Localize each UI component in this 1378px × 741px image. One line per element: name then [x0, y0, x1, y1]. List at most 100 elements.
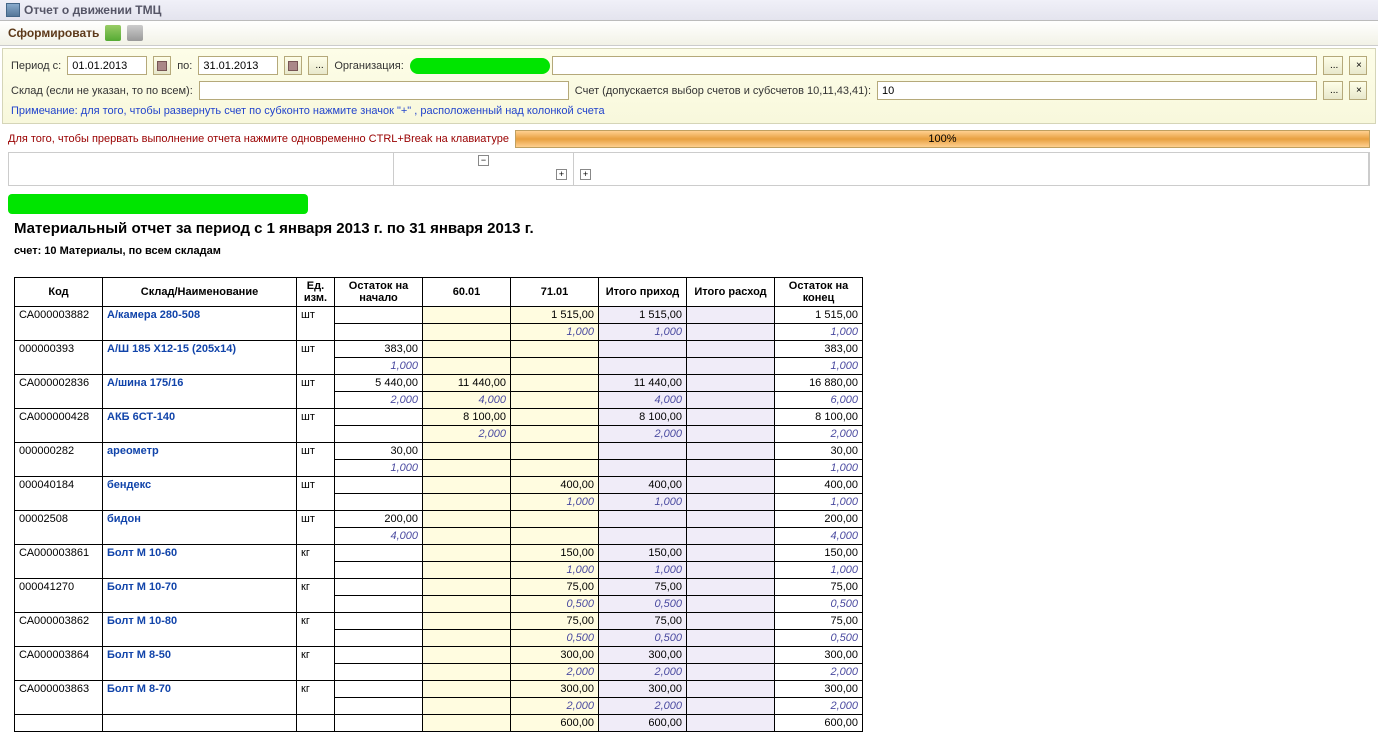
cell-6001-qty	[423, 528, 511, 545]
cell-end-qty: 0,500	[775, 630, 863, 647]
cell-in-qty	[599, 528, 687, 545]
cell-end: 30,00	[775, 443, 863, 460]
cell-6001	[423, 477, 511, 494]
cell-unit: шт	[297, 511, 335, 545]
expand-button-1[interactable]: +	[556, 169, 567, 180]
cell-7101-qty: 0,500	[511, 630, 599, 647]
th-out: Итого расход	[687, 278, 775, 307]
account-clear-button[interactable]: ×	[1349, 81, 1367, 100]
cell-start-qty	[335, 596, 423, 613]
item-link[interactable]: Болт М 10-60	[107, 547, 177, 559]
report-table: Код Склад/Наименование Ед. изм. Остаток …	[14, 277, 863, 732]
cell-unit: кг	[297, 681, 335, 715]
cell-start-qty	[335, 630, 423, 647]
cell-start	[335, 613, 423, 630]
cell-7101: 1 515,00	[511, 307, 599, 324]
cell-start-qty	[335, 494, 423, 511]
cell-code: СА000003863	[15, 681, 103, 715]
cell-code: СА000003861	[15, 545, 103, 579]
cell-out	[687, 341, 775, 358]
account-input[interactable]	[877, 81, 1317, 100]
cell-end-qty: 2,000	[775, 426, 863, 443]
period-dialog-button[interactable]: ...	[308, 56, 328, 75]
cell-6001-qty	[423, 630, 511, 647]
item-link[interactable]: бидон	[107, 513, 141, 525]
warehouse-input[interactable]	[199, 81, 569, 100]
cell-in: 300,00	[599, 681, 687, 698]
cell-end: 8 100,00	[775, 409, 863, 426]
collapse-button[interactable]: −	[478, 155, 489, 166]
form-button[interactable]: Сформировать	[8, 26, 99, 40]
cell-out-qty	[687, 392, 775, 409]
cell-out	[687, 511, 775, 528]
table-row: 00002508бидоншт200,00200,00	[15, 511, 863, 528]
cell-name: Болт М 10-60	[103, 545, 297, 579]
refresh-icon[interactable]	[105, 25, 121, 41]
cell-out	[687, 579, 775, 596]
cell-out	[687, 681, 775, 698]
th-in: Итого приход	[599, 278, 687, 307]
cell-code: СА000003862	[15, 613, 103, 647]
expand-button-2[interactable]: +	[580, 169, 591, 180]
item-link[interactable]: А/камера 280-508	[107, 309, 200, 321]
cell-7101: 75,00	[511, 579, 599, 596]
cell-start-qty	[335, 324, 423, 341]
period-to-calendar-button[interactable]	[284, 56, 302, 75]
period-from-calendar-button[interactable]	[153, 56, 171, 75]
cell-6001	[423, 443, 511, 460]
table-row: СА000003861Болт М 10-60кг150,00150,00150…	[15, 545, 863, 562]
note-text: Примечание: для того, чтобы развернуть с…	[11, 103, 1367, 121]
table-row: СА000002836А/шина 175/16шт5 440,0011 440…	[15, 375, 863, 392]
cell-in-qty: 0,500	[599, 630, 687, 647]
period-to-input[interactable]	[198, 56, 278, 75]
table-row: 600,00600,00600,00	[15, 715, 863, 732]
item-link[interactable]: Болт М 10-80	[107, 615, 177, 627]
org-input[interactable]	[552, 56, 1317, 75]
table-row: 000040184бендексшт400,00400,00400,00	[15, 477, 863, 494]
org-clear-button[interactable]: ×	[1349, 56, 1367, 75]
cell-7101	[511, 443, 599, 460]
cell-in-qty	[599, 460, 687, 477]
cell-unit: шт	[297, 375, 335, 409]
table-row: 000041270Болт М 10-70кг75,0075,0075,00	[15, 579, 863, 596]
cell-7101-qty: 1,000	[511, 562, 599, 579]
cell-6001	[423, 307, 511, 324]
cell-7101: 150,00	[511, 545, 599, 562]
item-link[interactable]: Болт М 8-70	[107, 683, 171, 695]
item-link[interactable]: Болт М 8-50	[107, 649, 171, 661]
cell-end-qty: 2,000	[775, 698, 863, 715]
warehouse-label: Склад (если не указан, то по всем):	[11, 85, 193, 97]
cell-end: 150,00	[775, 545, 863, 562]
item-link[interactable]: бендекс	[107, 479, 151, 491]
period-from-input[interactable]	[67, 56, 147, 75]
cell-end: 16 880,00	[775, 375, 863, 392]
item-link[interactable]: ареометр	[107, 445, 159, 457]
cell-out-qty	[687, 324, 775, 341]
cell-7101-qty	[511, 358, 599, 375]
item-link[interactable]: А/шина 175/16	[107, 377, 183, 389]
cell-in	[599, 341, 687, 358]
cell-in	[599, 511, 687, 528]
report-area: Материальный отчет за период с 1 января …	[0, 186, 1378, 732]
account-select-button[interactable]: ...	[1323, 81, 1343, 100]
cell-unit: шт	[297, 341, 335, 375]
item-link[interactable]: А/Ш 185 Х12-15 (205х14)	[107, 343, 236, 355]
cell-unit: кг	[297, 613, 335, 647]
cell-out-qty	[687, 494, 775, 511]
cell-out-qty	[687, 460, 775, 477]
table-row: СА000000428АКБ 6СТ-140шт8 100,008 100,00…	[15, 409, 863, 426]
cell-end: 200,00	[775, 511, 863, 528]
item-link[interactable]: Болт М 10-70	[107, 581, 177, 593]
settings-icon[interactable]	[127, 25, 143, 41]
cell-in: 11 440,00	[599, 375, 687, 392]
cell-code: 000000282	[15, 443, 103, 477]
cell-start	[335, 545, 423, 562]
item-link[interactable]: АКБ 6СТ-140	[107, 411, 175, 423]
cell-7101-qty: 0,500	[511, 596, 599, 613]
cell-out	[687, 545, 775, 562]
table-row: СА000003864Болт М 8-50кг300,00300,00300,…	[15, 647, 863, 664]
cell-7101-qty	[511, 460, 599, 477]
cell-start	[335, 307, 423, 324]
org-select-button[interactable]: ...	[1323, 56, 1343, 75]
cell-end-qty: 2,000	[775, 664, 863, 681]
